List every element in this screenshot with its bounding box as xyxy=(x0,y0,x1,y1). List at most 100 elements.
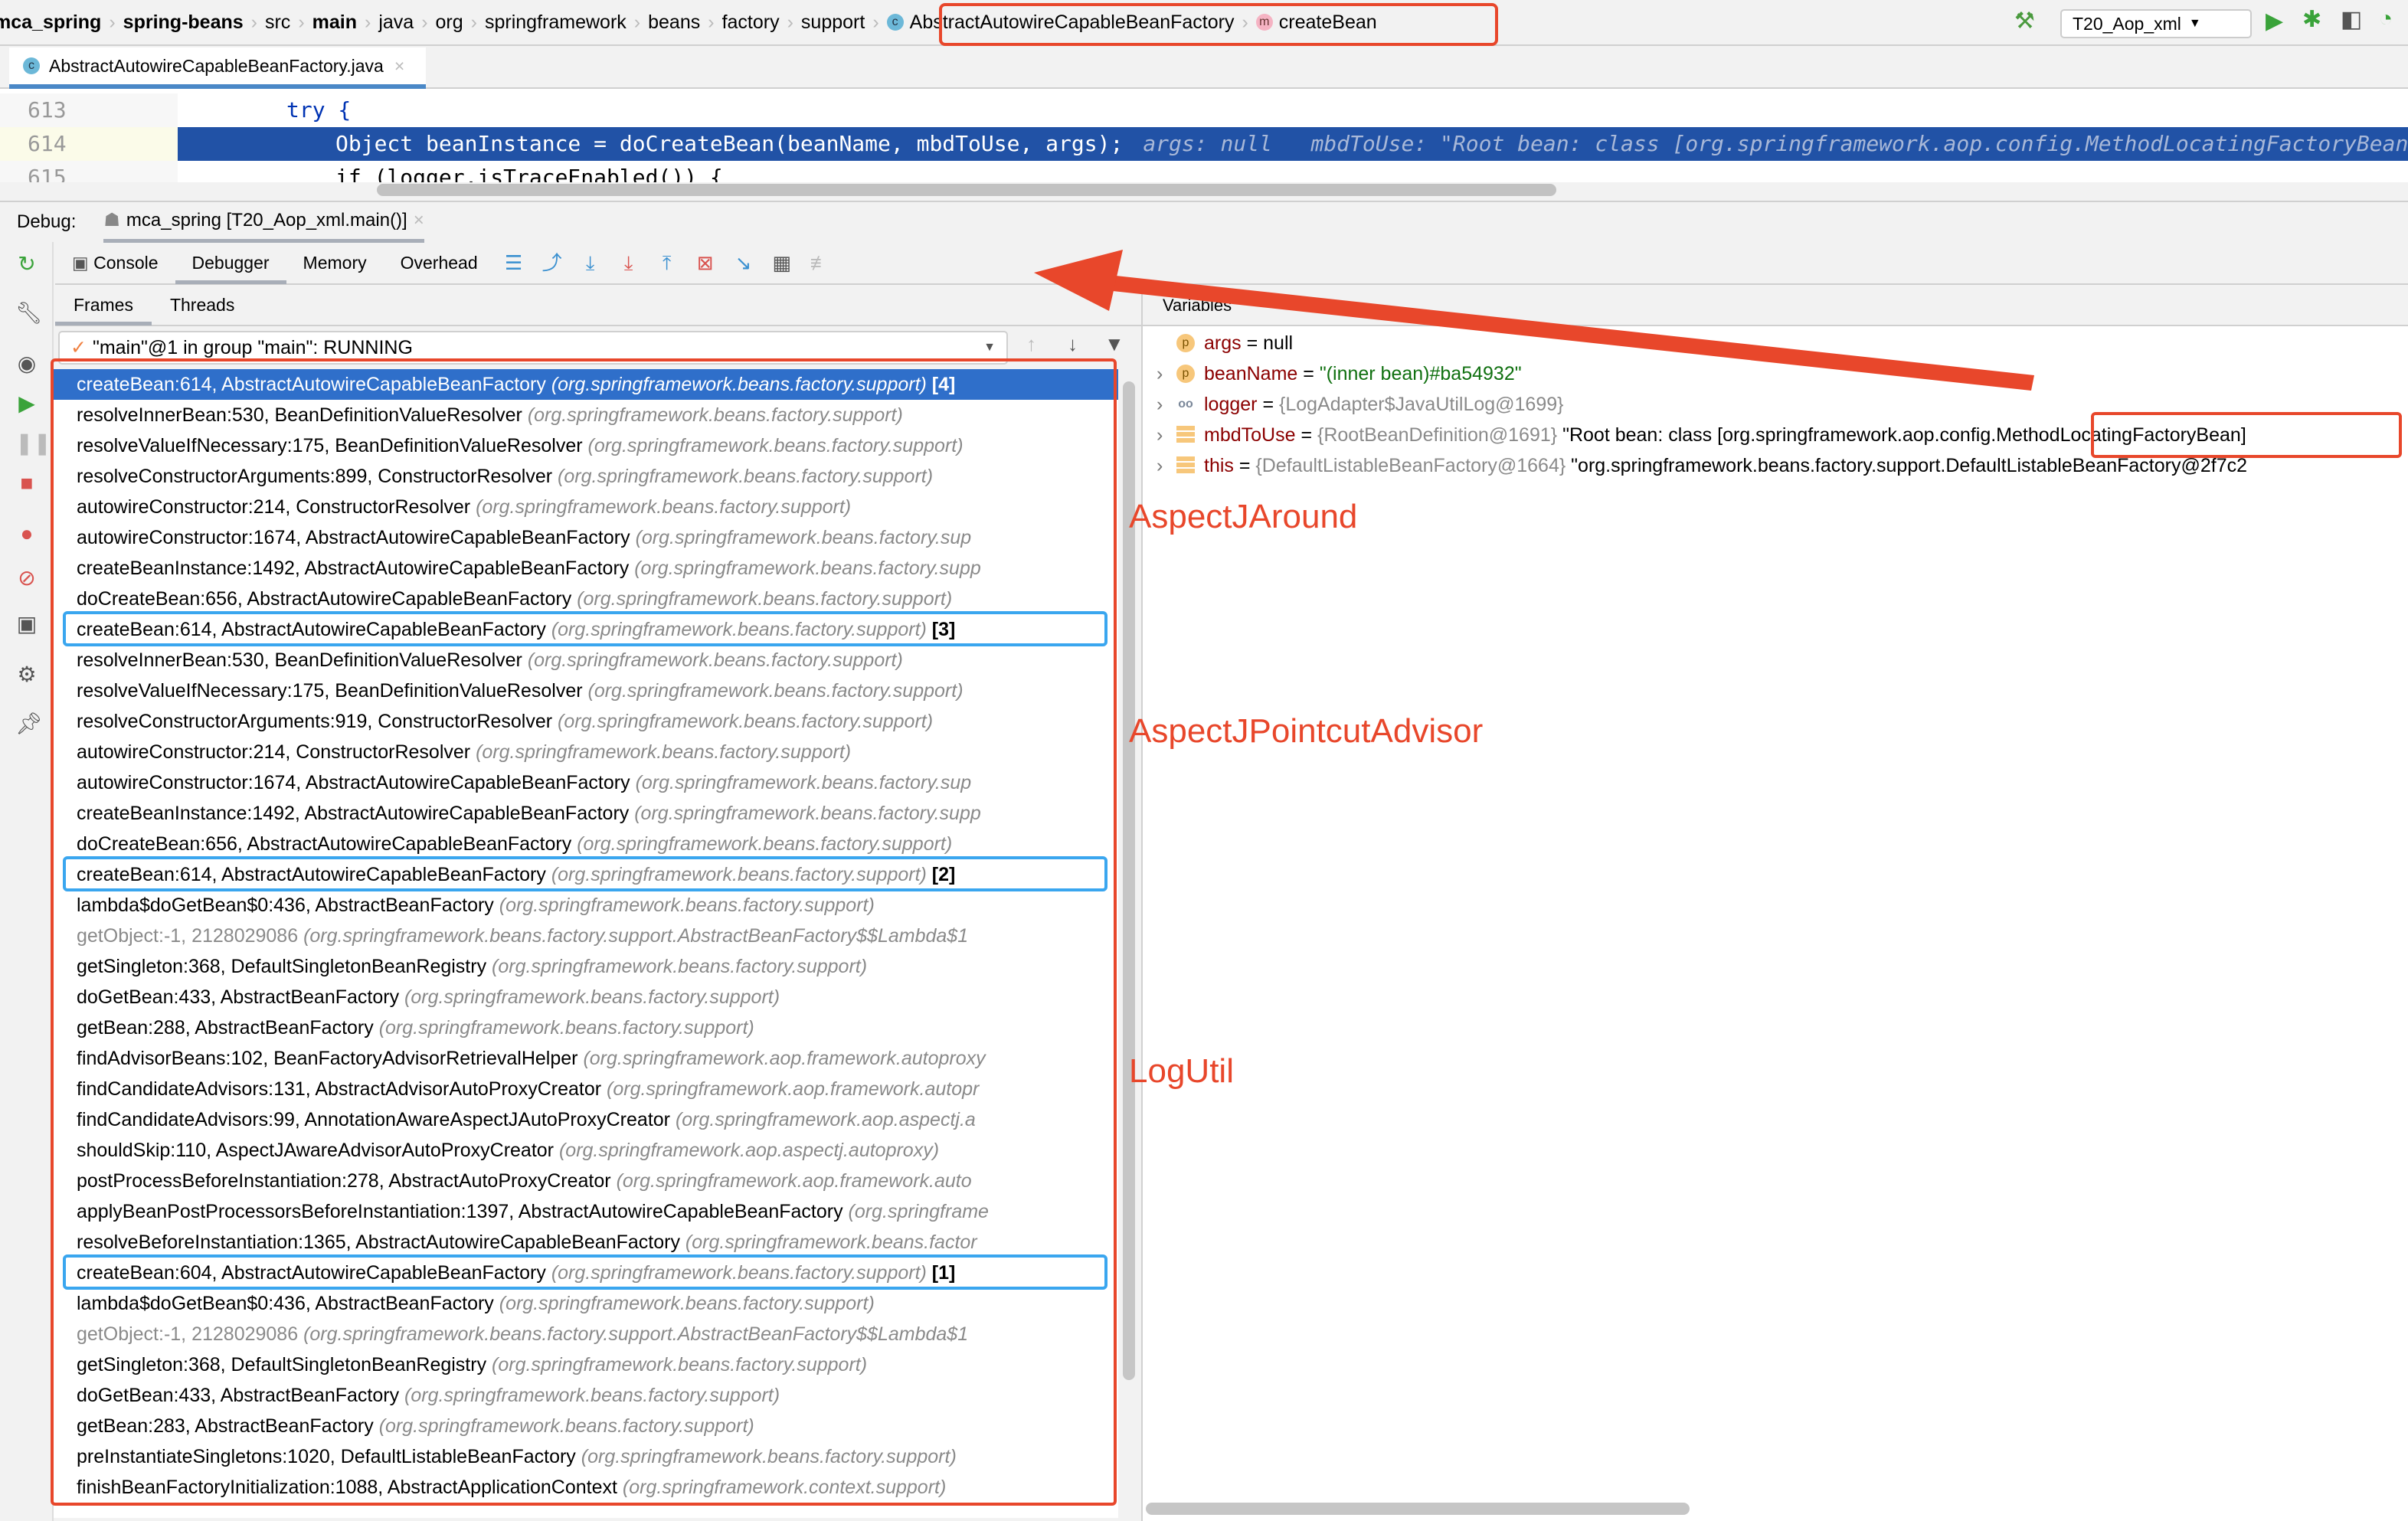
checkmark-icon: ✓ xyxy=(70,337,87,358)
breadcrumb-item[interactable]: springframework xyxy=(480,11,631,34)
code-text: Object beanInstance = doCreateBean(beanN… xyxy=(335,131,1124,156)
debug-label: Debug: xyxy=(17,211,77,232)
breadcrumb-separator-icon: › xyxy=(250,11,257,33)
variable-row[interactable]: › mbdToUse = {RootBeanDefinition@1691} "R… xyxy=(1157,420,2246,450)
show-execution-point-icon[interactable]: ⤴ xyxy=(539,250,565,276)
field-icon xyxy=(1176,426,1195,444)
tab-overhead[interactable]: Overhead xyxy=(384,241,495,284)
variable-name: beanName xyxy=(1204,363,1298,384)
breadcrumb-separator-icon: › xyxy=(872,11,879,33)
camera-icon[interactable]: ▣ xyxy=(15,613,38,636)
variable-value: "(inner bean)#ba54932" xyxy=(1319,363,1522,384)
tab-threads[interactable]: Threads xyxy=(152,284,253,325)
tab-debugger[interactable]: Debugger xyxy=(175,241,286,284)
breadcrumb-item[interactable]: java xyxy=(374,11,418,34)
chevron-right-icon[interactable]: › xyxy=(1157,358,1176,389)
annotation-red-box-frames xyxy=(51,358,1117,1506)
debug-session-tab[interactable]: ☗ mca_spring [T20_Aop_xml.main()] × xyxy=(103,201,424,243)
filter-icon[interactable]: ▼ xyxy=(1104,332,1124,356)
annotation-red-box-variable xyxy=(2091,412,2402,458)
arrow-down-icon[interactable]: ↓ xyxy=(1068,332,1078,356)
tab-console[interactable]: ▣ Console xyxy=(55,241,175,284)
run-configuration-select[interactable]: T20_Aop_xml ▼ xyxy=(2060,9,2252,38)
annotation-blue-box xyxy=(63,611,1107,646)
variables-scrollbar[interactable] xyxy=(1146,1503,1690,1515)
breadcrumb-separator-icon: › xyxy=(365,11,371,33)
debug-header: Debug: ☗ mca_spring [T20_Aop_xml.main()] × xyxy=(0,201,2408,243)
arrow-up-icon[interactable]: ↑ xyxy=(1026,332,1036,356)
layout-menu-icon[interactable]: ☰ xyxy=(501,250,527,276)
variable-row[interactable]: › p beanName = "(inner bean)#ba54932" xyxy=(1157,358,1522,389)
console-icon: ▣ xyxy=(72,253,94,273)
code-line: if (logger.isTraceEnabled()) { xyxy=(335,165,723,182)
variable-row[interactable]: › this = {DefaultListableBeanFactory@1664… xyxy=(1157,450,2247,481)
code-line: try { xyxy=(286,97,352,123)
drop-frame-icon[interactable]: ⊠ xyxy=(692,250,718,276)
debug-left-toolbar: ↻ 🔧︎ ◉ ▶ ❚❚ ■ ● ⊘ ▣ ⚙ 📌︎ xyxy=(0,242,54,1521)
tab-memory[interactable]: Memory xyxy=(286,241,384,284)
breadcrumb-item[interactable]: spring-beans xyxy=(119,11,248,34)
class-icon: c xyxy=(23,57,40,74)
breadcrumb-separator-icon: › xyxy=(708,11,715,33)
line-number: 614 xyxy=(0,127,178,161)
breadcrumb-separator-icon: › xyxy=(787,11,793,33)
chevron-right-icon[interactable]: › xyxy=(1157,389,1176,420)
variable-row[interactable]: › oo logger = {LogAdapter$JavaUtilLog@1699… xyxy=(1157,389,1569,420)
code-editor[interactable]: 613 614 615 try { Object beanInstance = … xyxy=(0,89,2408,182)
breadcrumb-item[interactable]: mca_spring xyxy=(0,11,106,34)
chevron-down-icon: ▼ xyxy=(2188,17,2201,30)
breadcrumb-item[interactable]: org xyxy=(431,11,468,34)
pin-icon[interactable]: 📌︎ xyxy=(15,712,43,735)
view-eye-icon[interactable]: ◉ xyxy=(15,352,38,375)
chevron-right-icon[interactable]: › xyxy=(1157,420,1176,450)
build-hammer-icon[interactable]: ⚒ xyxy=(2014,8,2035,34)
mute-breakpoints-icon[interactable]: ⊘ xyxy=(15,567,38,590)
run-config-label: T20_Aop_xml xyxy=(2073,13,2181,34)
code-line-current: Object beanInstance = doCreateBean(beanN… xyxy=(335,127,2408,161)
annotation-red-box-breadcrumb xyxy=(939,3,1498,46)
evaluate-expression-icon[interactable]: ▦ xyxy=(769,250,795,276)
annotation-text: AspectJPointcutAdvisor xyxy=(1129,712,1484,750)
breadcrumb-item[interactable]: beans xyxy=(643,11,705,34)
stop-icon[interactable]: ■ xyxy=(15,472,38,495)
breadcrumb-separator-icon: › xyxy=(633,11,641,33)
run-to-cursor-icon[interactable]: ↘ xyxy=(731,250,757,276)
editor-tab[interactable]: c AbstractAutowireCapableBeanFactory.java… xyxy=(9,47,426,89)
resume-icon[interactable]: ▶ xyxy=(15,392,38,415)
field-icon xyxy=(1176,456,1195,475)
static-field-icon: oo xyxy=(1178,397,1193,411)
breadcrumb-separator-icon: › xyxy=(298,11,305,33)
rerun-icon[interactable]: ↻ xyxy=(15,253,38,276)
breadcrumb-item[interactable]: src xyxy=(260,11,295,34)
variables-header: Variables xyxy=(1143,285,2408,326)
session-icon: ☗ xyxy=(103,210,120,231)
editor-horizontal-scrollbar[interactable] xyxy=(377,184,1556,196)
annotation-blue-box xyxy=(63,1254,1107,1290)
variable-type: {LogAdapter$JavaUtilLog@1699} xyxy=(1279,394,1564,415)
annotation-text: LogUtil xyxy=(1129,1052,1234,1090)
step-out-icon[interactable]: ⤒ xyxy=(654,250,680,276)
profile-icon[interactable]: ◔ xyxy=(2379,6,2393,32)
editor-tab-label: AbstractAutowireCapableBeanFactory.java xyxy=(49,55,384,76)
class-icon: c xyxy=(886,14,904,31)
chevron-down-icon: ▼ xyxy=(983,341,996,354)
breadcrumb-item[interactable]: support xyxy=(797,11,869,34)
close-icon[interactable]: × xyxy=(414,210,424,231)
variable-row[interactable]: p args = null xyxy=(1157,328,1293,358)
step-over-icon[interactable]: ⤓ xyxy=(577,250,604,276)
tab-frames[interactable]: Frames xyxy=(55,284,152,325)
coverage-icon[interactable]: ◧ xyxy=(2341,6,2362,33)
gear-icon[interactable]: ⚙ xyxy=(15,663,38,686)
view-breakpoints-icon[interactable]: ● xyxy=(15,522,38,545)
pause-icon[interactable]: ❚❚ xyxy=(15,432,51,455)
breadcrumb-item[interactable]: factory xyxy=(718,11,784,34)
breadcrumb-item[interactable]: main xyxy=(308,11,362,34)
chevron-right-icon[interactable]: › xyxy=(1157,450,1176,481)
trace-icon[interactable]: ≢ xyxy=(807,250,833,276)
debug-bug-icon[interactable]: ✱ xyxy=(2302,6,2321,33)
thread-label: "main"@1 in group "main": RUNNING xyxy=(92,336,413,358)
run-icon[interactable]: ▶ xyxy=(2266,8,2283,34)
force-step-into-icon[interactable]: ⤓ xyxy=(616,250,642,276)
settings-wrench-icon[interactable]: 🔧︎ xyxy=(15,302,43,325)
close-icon[interactable]: × xyxy=(394,56,404,77)
